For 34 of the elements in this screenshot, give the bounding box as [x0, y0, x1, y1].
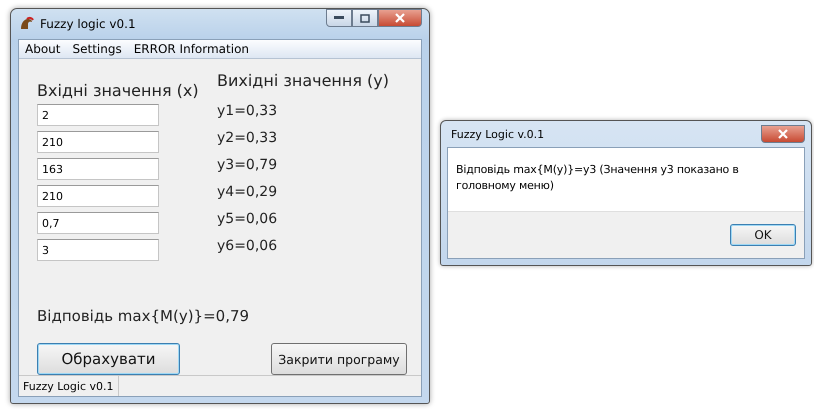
maximize-icon — [360, 14, 370, 22]
window-title: Fuzzy logic v0.1 — [40, 17, 137, 31]
outputs-heading: Вихідні значення (y) — [217, 71, 390, 90]
helmet-icon — [18, 16, 34, 32]
output-value: y3=0,79 — [217, 156, 278, 175]
dialog-title: Fuzzy Logic v.0.1 — [451, 128, 544, 140]
maximize-button[interactable] — [352, 9, 378, 27]
close-button[interactable] — [378, 9, 422, 27]
output-value: y5=0,06 — [217, 210, 278, 229]
minimize-icon — [334, 16, 344, 20]
output-value: y6=0,06 — [217, 237, 278, 256]
input-field[interactable]: 0,7 — [37, 212, 159, 234]
menu-item[interactable]: About — [25, 42, 60, 56]
dialog-message: Відповідь max{M(y)}=y3 (Значення y3 показано в головному меню) — [456, 163, 739, 192]
close-icon — [777, 129, 789, 139]
answer-text: Відповідь max{M(y)}=0,79 — [36, 306, 250, 325]
output-value: y2=0,33 — [217, 129, 278, 148]
status-text: Fuzzy Logic v0.1 — [19, 376, 119, 396]
ok-button[interactable]: OK — [730, 224, 796, 246]
output-value: y4=0,29 — [217, 183, 278, 202]
menu-item[interactable]: ERROR Information — [134, 42, 250, 56]
close-program-button[interactable]: Закрити програму — [271, 343, 407, 375]
output-value: y1=0,33 — [217, 102, 278, 121]
close-button[interactable] — [761, 125, 805, 143]
input-field[interactable]: 3 — [37, 239, 159, 261]
close-icon — [394, 13, 406, 23]
calculate-button[interactable]: Обрахувати — [37, 343, 180, 375]
input-field[interactable]: 163 — [37, 158, 159, 180]
inputs-heading: Вхідні значення (x) — [37, 81, 200, 100]
menu-item[interactable]: Settings — [72, 42, 122, 56]
input-field[interactable]: 210 — [37, 131, 159, 153]
input-field[interactable]: 2 — [37, 104, 159, 126]
input-field[interactable]: 210 — [37, 185, 159, 207]
minimize-button[interactable] — [326, 9, 352, 27]
